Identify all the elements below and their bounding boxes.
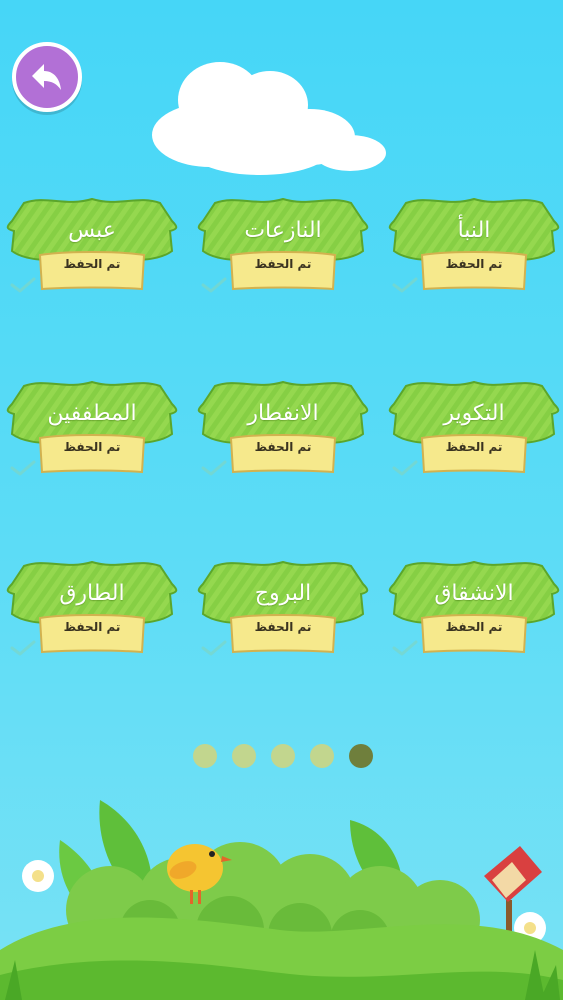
memorized-status: تم الحفظ [63, 257, 121, 271]
checkmark-icon [10, 640, 36, 656]
cloud-decoration [152, 62, 386, 175]
surah-name: الطارق [59, 581, 125, 606]
memorized-status: تم الحفظ [254, 440, 312, 454]
memorized-status: تم الحفظ [254, 620, 312, 634]
memorized-status: تم الحفظ [445, 257, 503, 271]
checkmark-icon [392, 640, 418, 656]
memorized-status: تم الحفظ [63, 440, 121, 454]
checkmark-icon [201, 277, 227, 293]
meadow-scenery [0, 800, 563, 1000]
page-dot[interactable] [349, 744, 373, 768]
memorized-status: تم الحفظ [445, 620, 503, 634]
surah-name: النازعات [244, 218, 322, 243]
page-dot[interactable] [193, 744, 217, 768]
page-dot[interactable] [271, 744, 295, 768]
page-dot[interactable] [232, 744, 256, 768]
memorized-status: تم الحفظ [445, 440, 503, 454]
surah-card[interactable]: الانشقاق تم الحفظ [388, 556, 560, 666]
surah-card[interactable]: عبس تم الحفظ [6, 193, 178, 303]
checkmark-icon [10, 277, 36, 293]
surah-name: المطففين [47, 401, 137, 426]
surah-card[interactable]: الطارق تم الحفظ [6, 556, 178, 666]
surah-name: الانفطار [247, 401, 319, 426]
surah-name: النبأ [457, 218, 491, 243]
checkmark-icon [10, 460, 36, 476]
surah-card[interactable]: النازعات تم الحفظ [197, 193, 369, 303]
surah-name: البروج [254, 581, 312, 606]
back-button[interactable] [12, 42, 82, 112]
checkmark-icon [201, 460, 227, 476]
memorized-status: تم الحفظ [63, 620, 121, 634]
surah-name: التكوير [443, 401, 505, 426]
checkmark-icon [201, 640, 227, 656]
surah-name: الانشقاق [434, 581, 514, 606]
checkmark-icon [392, 277, 418, 293]
page-dot[interactable] [310, 744, 334, 768]
memorized-status: تم الحفظ [254, 257, 312, 271]
surah-name: عبس [68, 218, 116, 243]
checkmark-icon [392, 460, 418, 476]
surah-card[interactable]: النبأ تم الحفظ [388, 193, 560, 303]
surah-card[interactable]: التكوير تم الحفظ [388, 376, 560, 486]
surah-card[interactable]: البروج تم الحفظ [197, 556, 369, 666]
page-indicator [0, 744, 563, 770]
back-arrow-icon [32, 64, 61, 90]
surah-card[interactable]: الانفطار تم الحفظ [197, 376, 369, 486]
surah-card[interactable]: المطففين تم الحفظ [6, 376, 178, 486]
